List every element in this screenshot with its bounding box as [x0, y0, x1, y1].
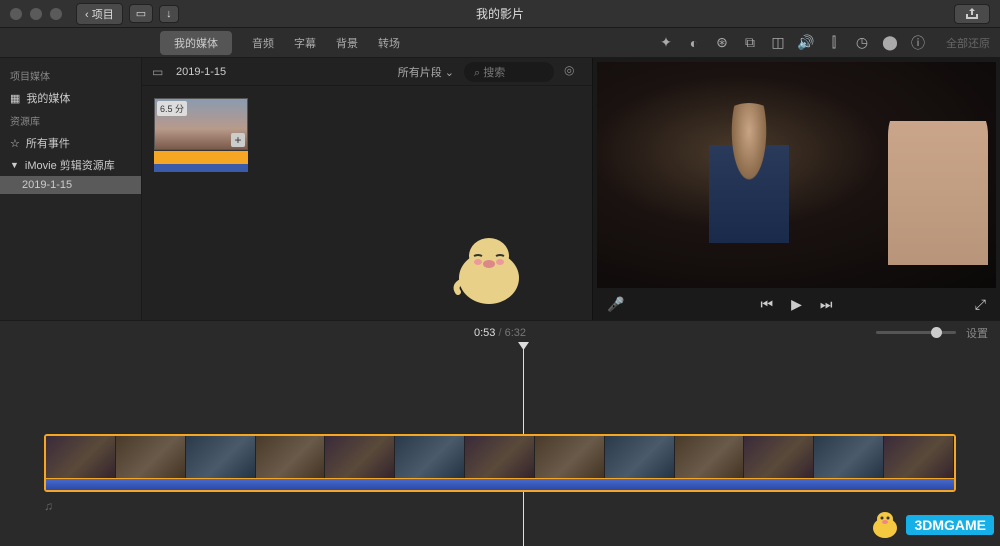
titlebar: ‹ 项目 ▭ ↓ 我的影片 — [0, 0, 1000, 28]
play-button[interactable]: ▶ — [791, 296, 802, 313]
clip-video-thumb: 6.5 分 + — [154, 98, 248, 150]
clip-audio-wave — [154, 150, 248, 164]
tab-subtitle[interactable]: 字幕 — [294, 35, 316, 51]
stabilize-icon[interactable]: ◫ — [770, 35, 786, 51]
video-frame — [597, 62, 996, 288]
clip-audio-wave2 — [154, 164, 248, 172]
back-button[interactable]: ‹ 项目 — [76, 3, 123, 25]
music-track[interactable]: ♫ — [44, 496, 956, 516]
window-title: 我的影片 — [476, 5, 524, 22]
viewer-canvas[interactable] — [597, 62, 996, 288]
timeline[interactable]: ♫ — [0, 344, 1000, 546]
tab-background[interactable]: 背景 — [336, 35, 358, 51]
browser-header: ▭ 2019-1-15 所有片段 ⌄ 搜索 ◎ — [142, 58, 592, 86]
prev-button[interactable]: ⏮ — [761, 296, 774, 313]
clip-filter-dropdown[interactable]: 所有片段 ⌄ — [398, 64, 454, 80]
main-area: 项目媒体 ▦ 我的媒体 资源库 ☆ 所有事件 ▼ iMovie 剪辑资源库 20… — [0, 58, 1000, 320]
zoom-thumb[interactable] — [931, 327, 942, 338]
sidebar-label: 2019-1-15 — [22, 179, 72, 191]
enhance-icon[interactable]: ✦ — [658, 35, 674, 51]
color-correction-icon[interactable]: ⊛ — [714, 35, 730, 51]
media-browser: ▭ 2019-1-15 所有片段 ⌄ 搜索 ◎ 6.5 分 + — [142, 58, 592, 320]
scope-icon[interactable]: ◎ — [564, 63, 582, 81]
search-input[interactable]: 搜索 — [464, 62, 554, 82]
reset-all-label[interactable]: 全部还原 — [946, 35, 990, 51]
video-subject-2 — [888, 85, 988, 265]
tab-audio[interactable]: 音频 — [252, 35, 274, 51]
timeline-header-right: 设置 — [876, 325, 988, 341]
zoom-window[interactable] — [50, 8, 62, 20]
speed-icon[interactable]: ◷ — [854, 35, 870, 51]
info-icon[interactable]: ⓘ — [910, 35, 926, 51]
window-controls — [0, 8, 62, 20]
sidebar-section-library: 资源库 — [0, 109, 141, 132]
clips-area: 6.5 分 + — [142, 86, 592, 184]
total-time: 6:32 — [505, 327, 526, 339]
disclosure-triangle-icon[interactable]: ▼ — [10, 160, 19, 170]
timeline-header: 0:53 / 6:32 设置 — [0, 320, 1000, 344]
import-button[interactable]: ↓ — [159, 5, 179, 23]
sidebar-label: 我的媒体 — [26, 90, 70, 106]
color-balance-icon[interactable]: ◐ — [686, 35, 702, 51]
noise-icon[interactable]: ⫿ — [826, 35, 842, 51]
tab-my-media[interactable]: 我的媒体 — [160, 31, 232, 55]
close-window[interactable] — [10, 8, 22, 20]
sidebar: 项目媒体 ▦ 我的媒体 资源库 ☆ 所有事件 ▼ iMovie 剪辑资源库 20… — [0, 58, 142, 320]
tabs-row: 我的媒体 音频 字幕 背景 转场 ✦ ◐ ⊛ ⧉ ◫ 🔊 ⫿ ◷ ⬤ ⓘ 全部还… — [0, 28, 1000, 58]
toggle-list-button[interactable]: ▭ — [129, 4, 153, 23]
voiceover-icon[interactable]: 🎤 — [607, 296, 624, 313]
back-label: 项目 — [92, 9, 114, 21]
filmstrip-icon: ▦ — [10, 92, 20, 105]
sidebar-label: 所有事件 — [26, 135, 70, 151]
current-time: 0:53 — [474, 327, 495, 339]
sidebar-label: iMovie 剪辑资源库 — [25, 157, 115, 173]
share-button[interactable] — [954, 4, 990, 24]
music-note-icon: ♫ — [44, 499, 53, 513]
video-track[interactable] — [44, 434, 956, 492]
star-icon: ☆ — [10, 137, 20, 150]
tab-transition[interactable]: 转场 — [378, 35, 400, 51]
sidebar-item-my-media[interactable]: ▦ 我的媒体 — [0, 87, 141, 109]
viewer-panel: 🎤 ⏮ ▶ ⏭ ⤢ — [592, 58, 1000, 320]
media-tabs: 我的媒体 — [160, 31, 232, 55]
filter-icon[interactable]: ⬤ — [882, 35, 898, 51]
video-subject — [709, 103, 789, 243]
sidebar-item-all-events[interactable]: ☆ 所有事件 — [0, 132, 141, 154]
clip-duration-badge: 6.5 分 — [157, 101, 187, 116]
audio-waveform[interactable] — [46, 478, 954, 490]
next-button[interactable]: ⏭ — [820, 296, 833, 313]
sidebar-section-project: 项目媒体 — [0, 64, 141, 87]
add-clip-button[interactable]: + — [231, 133, 245, 147]
list-view-icon[interactable]: ▭ — [152, 65, 166, 79]
volume-icon[interactable]: 🔊 — [798, 35, 814, 51]
clip-thumbnail[interactable]: 6.5 分 + — [154, 98, 248, 172]
minimize-window[interactable] — [30, 8, 42, 20]
timeline-settings-button[interactable]: 设置 — [966, 325, 988, 341]
inspector-tools: ✦ ◐ ⊛ ⧉ ◫ 🔊 ⫿ ◷ ⬤ ⓘ 全部还原 — [658, 35, 990, 51]
timecode-display: 0:53 / 6:32 — [474, 327, 526, 339]
viewer-controls: 🎤 ⏮ ▶ ⏭ ⤢ — [593, 288, 1000, 320]
fullscreen-icon[interactable]: ⤢ — [975, 296, 986, 313]
crop-icon[interactable]: ⧉ — [742, 35, 758, 51]
sidebar-item-imovie-library[interactable]: ▼ iMovie 剪辑资源库 — [0, 154, 141, 176]
browser-title: 2019-1-15 — [176, 66, 226, 78]
sidebar-item-event-date[interactable]: 2019-1-15 — [0, 176, 141, 194]
zoom-slider[interactable] — [876, 331, 956, 334]
share-icon — [965, 8, 979, 20]
nav-group: ‹ 项目 ▭ ↓ — [76, 3, 179, 25]
